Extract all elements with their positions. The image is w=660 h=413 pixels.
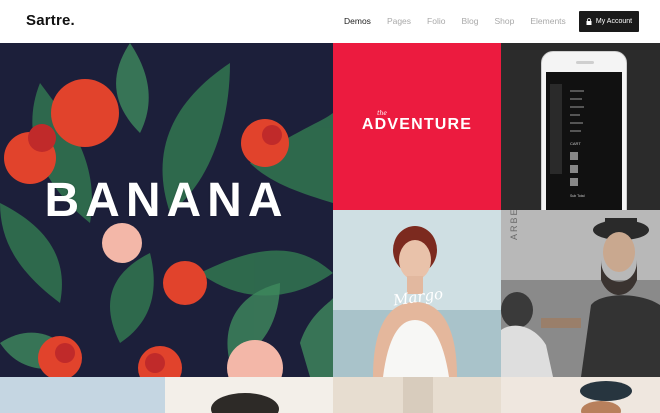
barber-image [501,210,660,377]
banana-title: BANANA [44,174,289,227]
nav-item-blog[interactable]: Blog [461,16,478,26]
my-account-label: My Account [595,18,633,25]
phone-menu-line [570,90,584,92]
nav-item-shop[interactable]: Shop [495,16,515,26]
lock-icon [586,18,592,25]
demo-tile-banana[interactable]: BANANA [0,43,333,377]
phone-speaker [576,61,594,64]
phone-menu-line [570,130,581,132]
site-header: Sartre. Demos Pages Folio Blog Shop Elem… [0,0,660,43]
phone-cart-label: CART [570,141,581,146]
tile-image-bottom-3 [333,377,501,413]
phone-cart-thumb [570,165,578,173]
my-account-button[interactable]: My Account [579,11,639,32]
demo-tile-shop-mobile[interactable]: CART Sub Total [501,43,660,210]
demo-tile-adventure[interactable]: the ADVENTURE [333,43,501,210]
demo-tile-portrait[interactable]: Margo [333,210,501,377]
barber-shop-sign: ARBERSHO [509,210,519,240]
phone-menu-line [570,106,584,108]
nav-item-elements[interactable]: Elements [530,16,565,26]
nav-item-demos[interactable]: Demos [344,16,371,26]
adventure-title: ADVENTURE [361,116,473,133]
main-nav: Demos Pages Folio Blog Shop Elements [344,16,582,26]
phone-cart-thumb [570,152,578,160]
demo-tile-bottom-2[interactable] [165,377,333,413]
demo-tile-bottom-4[interactable] [501,377,660,413]
phone-subtotal-label: Sub Total [570,194,585,198]
site-logo[interactable]: Sartre. [26,12,75,29]
tile-image-bottom-2 [165,377,333,413]
phone-mockup: CART Sub Total [541,51,627,210]
phone-cart-thumb [570,178,578,186]
nav-item-pages[interactable]: Pages [387,16,411,26]
demo-tile-bottom-3[interactable] [333,377,501,413]
demo-tile-barber[interactable]: ARBERSHO [501,210,660,377]
nav-item-folio[interactable]: Folio [427,16,445,26]
phone-sidebar [550,84,562,174]
phone-menu-line [570,122,583,124]
phone-menu-line [570,114,580,116]
phone-menu-line [570,98,582,100]
tile-image-bottom-4 [501,377,660,413]
demo-tile-bottom-1[interactable] [0,377,165,413]
phone-screen: CART Sub Total [546,72,622,210]
